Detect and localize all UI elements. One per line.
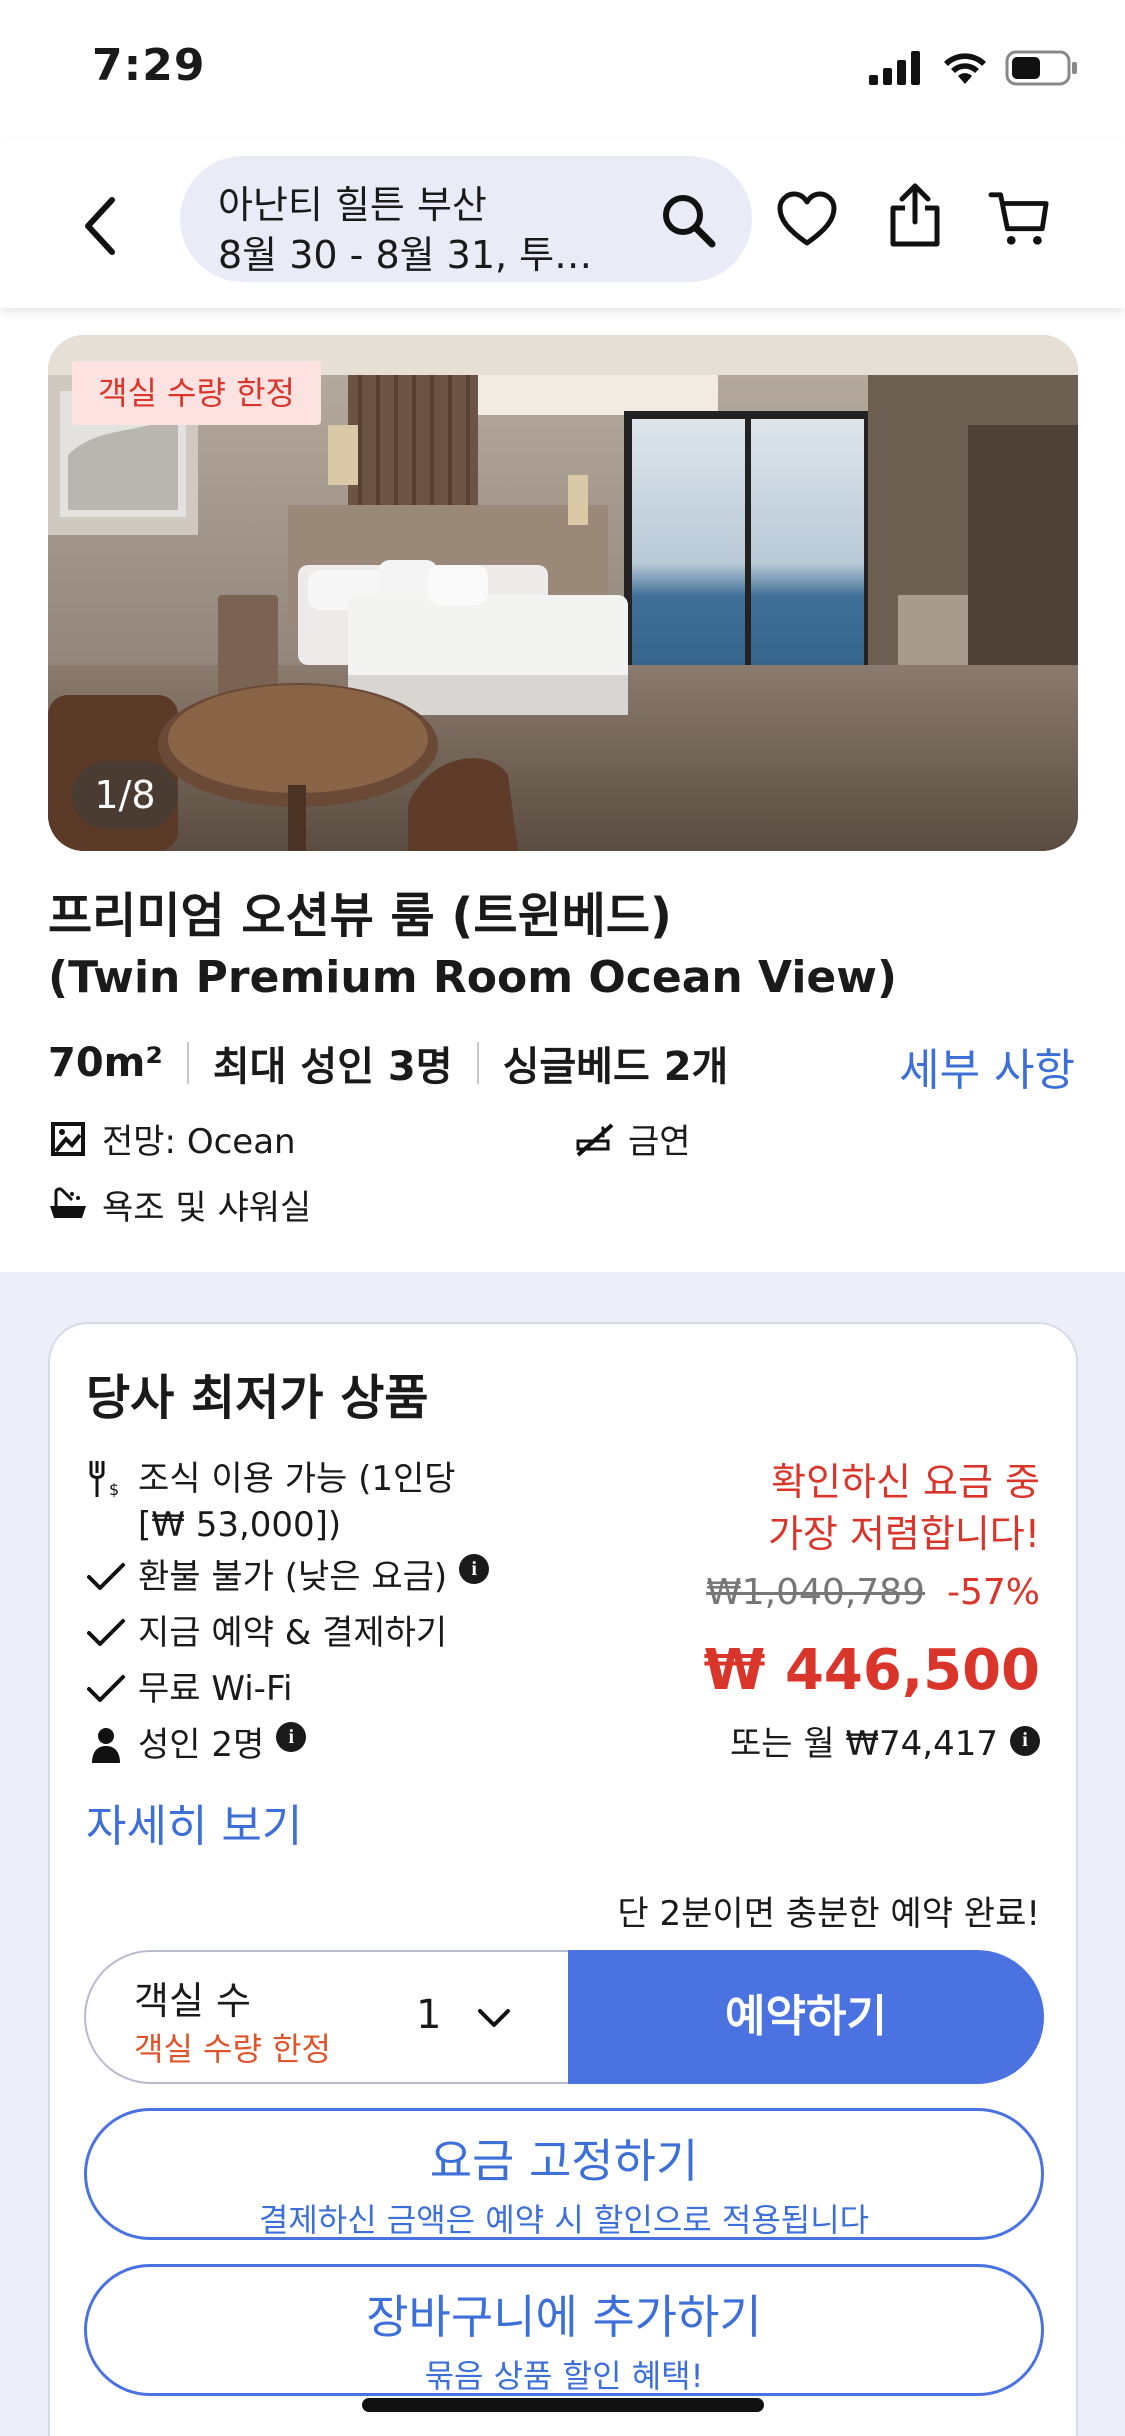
photo-counter: 1/8 xyxy=(72,761,178,829)
wifi-icon xyxy=(944,53,986,84)
amenity-refund-label: 환불 불가 (낮은 요금) xyxy=(138,1557,448,1597)
room-details-link[interactable]: 세부 사항 xyxy=(899,1034,1075,1098)
monthly-installment: 또는 월 ₩74,417 i xyxy=(730,1716,1040,1765)
spec-divider xyxy=(476,1042,479,1084)
price-lock-label: 요금 고정하기 xyxy=(429,2134,699,2188)
check-icon xyxy=(84,1554,128,1600)
amenity-pay-now: 지금 예약 & 결제하기 xyxy=(84,1610,447,1656)
amenity-breakfast-line2: [₩ 53,000]) xyxy=(138,1505,342,1545)
check-icon xyxy=(84,1610,128,1656)
status-bar: 7:29 xyxy=(0,0,1125,140)
room-quantity-selector[interactable]: 객실 수 객실 수량 한정 1 xyxy=(84,1950,568,2084)
status-time: 7:29 xyxy=(92,40,206,91)
amenity-refund: 환불 불가 (낮은 요금) i xyxy=(84,1554,490,1600)
amenity-wifi-label: 무료 Wi-Fi xyxy=(138,1669,293,1709)
favorite-button[interactable] xyxy=(776,188,838,250)
rooms-limited-label: 객실 수량 한정 xyxy=(134,2030,331,2068)
amenity-breakfast-line1: 조식 이용 가능 (1인당 xyxy=(138,1459,456,1499)
person-icon xyxy=(84,1722,128,1768)
feature-smoking: 금연 xyxy=(574,1114,691,1163)
svg-text:$: $ xyxy=(109,1480,119,1499)
room-title-korean: 프리미엄 오션뷰 룸 (트윈베드) xyxy=(48,888,672,944)
bathtub-shower-icon xyxy=(48,1185,88,1225)
book-button[interactable]: 예약하기 xyxy=(568,1950,1044,2084)
search-destination: 아난티 힐튼 부산 xyxy=(218,183,487,227)
chevron-down-icon xyxy=(478,2009,510,2027)
feature-view-label: 전망: Ocean xyxy=(102,1122,296,1162)
search-summary-pill[interactable]: 아난티 힐튼 부산 8월 30 - 8월 31, 투… xyxy=(180,156,752,282)
feature-smoking-label: 금연 xyxy=(628,1122,691,1162)
feature-bath-label: 욕조 및 샤워실 xyxy=(102,1188,312,1228)
search-icon[interactable] xyxy=(660,192,716,248)
amenity-wifi: 무료 Wi-Fi xyxy=(84,1666,292,1712)
status-icons xyxy=(869,50,1079,86)
amenity-guests-label: 성인 2명 xyxy=(138,1725,265,1765)
promo-line-2: 가장 저렴합니다! xyxy=(767,1512,1040,1556)
feature-bath: 욕조 및 샤워실 xyxy=(48,1180,311,1229)
rate-offer-card: 당사 최저가 상품 $ 조식 이용 가능 (1인당 [₩ 53,000]) 환불… xyxy=(48,1322,1078,2436)
room-beds: 싱글베드 2개 xyxy=(502,1044,729,1090)
battery-icon xyxy=(1005,50,1077,86)
cellular-signal-icon xyxy=(869,51,920,85)
amenity-pay-now-label: 지금 예약 & 결제하기 xyxy=(138,1613,448,1653)
room-photo-carousel[interactable]: 객실 수량 한정 1/8 xyxy=(48,335,1078,851)
check-icon xyxy=(84,1666,128,1712)
rooms-count: 1 xyxy=(416,1992,442,2038)
room-max-guests: 최대 성인 3명 xyxy=(212,1044,453,1090)
monthly-installment-label: 또는 월 ₩74,417 xyxy=(729,1724,998,1764)
breakfast-icon: $ xyxy=(84,1456,128,1502)
installment-info-icon[interactable]: i xyxy=(1010,1725,1040,1756)
price-lock-sublabel: 결제하신 금액은 예약 시 할인으로 적용됩니다 xyxy=(258,2201,870,2239)
amenity-guests: 성인 2명 i xyxy=(84,1722,307,1768)
room-specs: 70m² 최대 성인 3명 싱글베드 2개 xyxy=(48,1034,728,1092)
rooms-label: 객실 수 xyxy=(134,1979,251,2023)
top-nav-bar: 아난티 힐튼 부산 8월 30 - 8월 31, 투… xyxy=(0,140,1125,308)
limited-rooms-badge: 객실 수량 한정 xyxy=(72,361,321,425)
back-button[interactable] xyxy=(70,188,130,264)
home-indicator[interactable] xyxy=(362,2398,764,2412)
room-title-english: (Twin Premium Room Ocean View) xyxy=(48,952,897,1003)
amenity-breakfast: $ 조식 이용 가능 (1인당 [₩ 53,000]) xyxy=(84,1456,456,1548)
booking-row: 객실 수 객실 수량 한정 1 예약하기 xyxy=(84,1950,1044,2084)
promo-line-1: 확인하신 요금 중 xyxy=(771,1460,1040,1504)
lowest-price-promo: 확인하신 요금 중 가장 저렴합니다! xyxy=(768,1456,1040,1560)
quick-booking-note: 단 2분이면 충분한 예약 완료! xyxy=(617,1894,1040,1934)
see-more-link[interactable]: 자세히 보기 xyxy=(86,1790,302,1854)
add-to-cart-sublabel: 묶음 상품 할인 혜택! xyxy=(424,2357,704,2395)
heart-icon xyxy=(777,191,837,246)
price-lock-button[interactable]: 요금 고정하기 결제하신 금액은 예약 시 할인으로 적용됩니다 xyxy=(84,2108,1044,2240)
discount-percent: -57% xyxy=(946,1572,1040,1613)
view-icon xyxy=(48,1119,88,1159)
search-dates-guests: 8월 30 - 8월 31, 투… xyxy=(218,233,593,277)
cart-button[interactable] xyxy=(988,188,1050,250)
refund-info-icon[interactable]: i xyxy=(459,1554,490,1584)
shopping-cart-icon xyxy=(988,192,1049,245)
feature-view: 전망: Ocean xyxy=(48,1114,296,1163)
spec-divider xyxy=(186,1042,189,1084)
current-price: ₩ 446,500 xyxy=(703,1638,1040,1703)
chevron-left-icon xyxy=(85,197,115,255)
add-to-cart-label: 장바구니에 추가하기 xyxy=(366,2290,762,2344)
no-smoking-icon xyxy=(574,1119,614,1159)
share-button[interactable] xyxy=(884,183,946,247)
add-to-cart-button[interactable]: 장바구니에 추가하기 묶음 상품 할인 혜택! xyxy=(84,2264,1044,2396)
share-icon xyxy=(890,183,940,247)
guests-info-icon[interactable]: i xyxy=(276,1722,307,1752)
original-price: ₩1,040,789 xyxy=(706,1572,925,1613)
offer-title: 당사 최저가 상품 xyxy=(86,1370,429,1426)
room-size: 70m² xyxy=(48,1040,163,1086)
original-price-row: ₩1,040,789 -57% xyxy=(706,1572,1040,1613)
